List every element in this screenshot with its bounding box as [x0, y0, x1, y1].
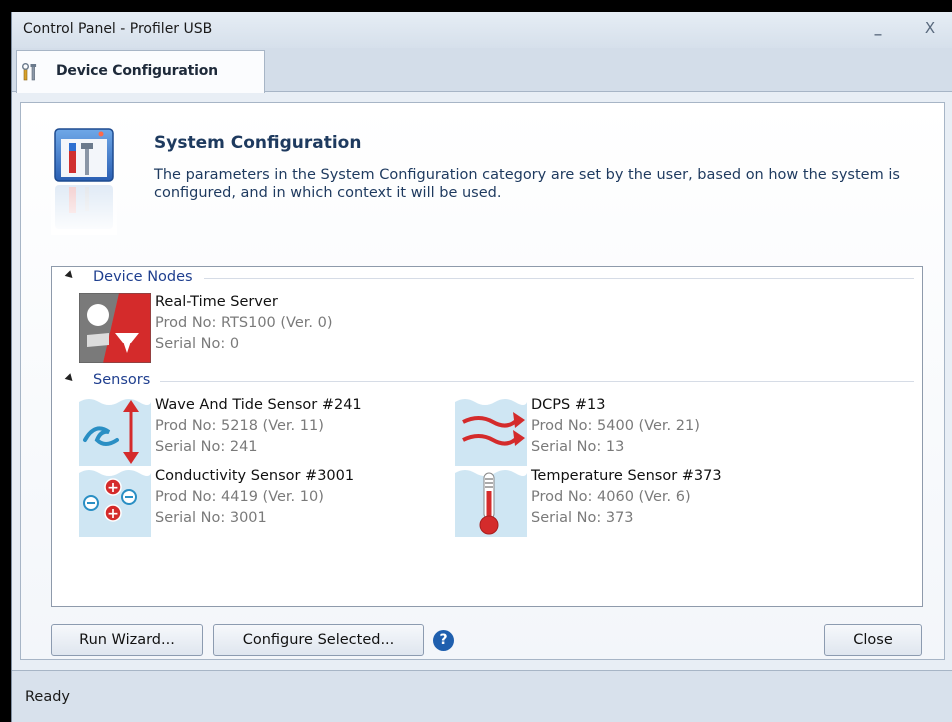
- close-button[interactable]: Close: [824, 624, 922, 656]
- item-serial-no: Serial No: 0: [155, 336, 240, 352]
- device-list: Device Nodes Real-Time Server Prod No: R…: [51, 266, 923, 607]
- group-label: Sensors: [93, 372, 151, 388]
- collapse-arrow-icon[interactable]: [64, 373, 76, 384]
- collapse-arrow-icon[interactable]: [64, 270, 76, 281]
- configure-selected-button[interactable]: Configure Selected...: [213, 624, 424, 656]
- item-prod-no: Prod No: 4060 (Ver. 6): [531, 489, 691, 505]
- item-prod-no: Prod No: 5218 (Ver. 11): [155, 418, 324, 434]
- item-serial-no: Serial No: 3001: [155, 510, 267, 526]
- item-name: Wave And Tide Sensor #241: [155, 397, 362, 413]
- list-item-dcps[interactable]: DCPS #13 Prod No: 5400 (Ver. 21) Serial …: [455, 396, 815, 466]
- item-serial-no: Serial No: 241: [155, 439, 258, 455]
- item-name: DCPS #13: [531, 397, 606, 413]
- close-window-button[interactable]: X: [917, 16, 943, 40]
- group-header-sensors[interactable]: Sensors: [52, 372, 922, 390]
- list-item-conductivity-sensor[interactable]: + + Conductivity Sensor #3001 Prod No: 4…: [79, 467, 439, 537]
- item-serial-no: Serial No: 373: [531, 510, 634, 526]
- help-icon[interactable]: ?: [433, 630, 454, 651]
- group-label: Device Nodes: [93, 269, 193, 285]
- group-divider: [160, 381, 914, 382]
- run-wizard-button[interactable]: Run Wizard...: [51, 624, 203, 656]
- item-prod-no: Prod No: 5400 (Ver. 21): [531, 418, 700, 434]
- window-tools-icon: [51, 128, 117, 235]
- tools-icon: [22, 63, 37, 81]
- item-serial-no: Serial No: 13: [531, 439, 625, 455]
- wave-tide-sensor-icon: [79, 399, 151, 466]
- control-panel-window: Control Panel - Profiler USB _ X Device …: [11, 12, 952, 722]
- item-prod-no: Prod No: 4419 (Ver. 10): [155, 489, 324, 505]
- status-bar: Ready: [12, 670, 952, 722]
- tab-device-configuration[interactable]: Device Configuration: [16, 50, 265, 93]
- tab-strip: Device Configuration: [12, 48, 952, 93]
- tab-label: Device Configuration: [56, 63, 218, 79]
- item-name: Real-Time Server: [155, 294, 278, 310]
- list-item-real-time-server[interactable]: Real-Time Server Prod No: RTS100 (Ver. 0…: [79, 293, 439, 363]
- list-item-temperature-sensor[interactable]: Temperature Sensor #373 Prod No: 4060 (V…: [455, 467, 815, 537]
- svg-text:+: +: [107, 506, 119, 522]
- section-title: System Configuration: [154, 133, 362, 153]
- real-time-server-icon: [79, 293, 151, 363]
- item-name: Temperature Sensor #373: [531, 468, 722, 484]
- thermometer-icon: [455, 470, 527, 537]
- svg-text:+: +: [107, 480, 119, 496]
- group-divider: [204, 278, 914, 279]
- list-item-wave-tide-sensor[interactable]: Wave And Tide Sensor #241 Prod No: 5218 …: [79, 396, 439, 466]
- window-title: Control Panel - Profiler USB: [23, 21, 213, 37]
- item-name: Conductivity Sensor #3001: [155, 468, 355, 484]
- group-header-device-nodes[interactable]: Device Nodes: [52, 269, 922, 287]
- status-text: Ready: [25, 689, 71, 705]
- section-description: The parameters in the System Configurati…: [154, 167, 900, 201]
- minimize-button[interactable]: _: [865, 16, 891, 40]
- title-bar: Control Panel - Profiler USB _ X: [12, 12, 952, 48]
- configuration-panel: System Configuration The parameters in t…: [20, 102, 945, 660]
- current-sensor-icon: [455, 399, 527, 466]
- item-prod-no: Prod No: RTS100 (Ver. 0): [155, 315, 333, 331]
- conductivity-sensor-icon: + +: [79, 470, 151, 537]
